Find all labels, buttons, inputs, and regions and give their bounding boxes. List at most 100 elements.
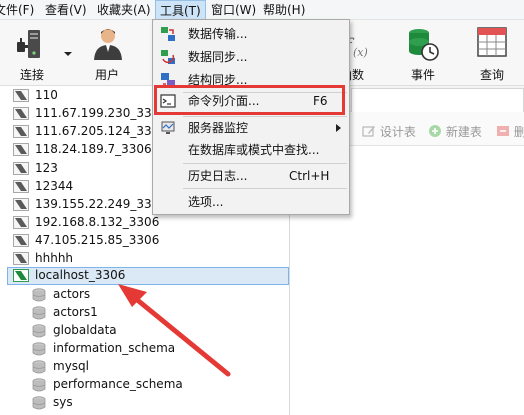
- tools-menu-dropdown: 数据传输... 数据同步... 结构同步... 命令列介面... F6 服务器监…: [152, 19, 350, 215]
- menu-window[interactable]: 窗口(W): [211, 3, 256, 18]
- data-sync-icon: [161, 50, 175, 64]
- database-item[interactable]: mysql: [30, 358, 230, 375]
- connection-icon: [13, 162, 29, 175]
- menu-item-label: 数据同步...: [188, 50, 248, 64]
- connection-icon: [13, 89, 29, 102]
- event-label: 事件: [410, 68, 435, 82]
- connection-icon: [13, 125, 29, 138]
- new-table-button[interactable]: 新建表: [428, 124, 482, 139]
- database-label: information_schema: [53, 341, 176, 355]
- user-button[interactable]: 用户: [79, 20, 135, 86]
- query-button[interactable]: 查询: [464, 20, 520, 86]
- database-label: globaldata: [53, 323, 117, 337]
- menu-separator: [183, 188, 347, 189]
- connection-item[interactable]: 192.168.8.132_3306: [0, 214, 290, 231]
- connection-icon: [13, 252, 29, 265]
- menu-item-options[interactable]: 选项...: [153, 191, 349, 213]
- user-icon: [94, 29, 122, 60]
- menu-help[interactable]: 帮助(H): [263, 3, 305, 18]
- database-item[interactable]: actors1: [30, 304, 230, 321]
- menu-shortcut: Ctrl+H: [289, 169, 330, 183]
- new-table-icon: [429, 125, 441, 137]
- connection-label: 123: [35, 161, 58, 175]
- menu-item-history-log[interactable]: 历史日志... Ctrl+H: [153, 165, 349, 187]
- event-button[interactable]: 事件: [395, 20, 451, 86]
- database-icon: [32, 360, 46, 374]
- server-monitor-icon: [161, 121, 175, 134]
- query-label: 查询: [479, 68, 504, 82]
- connection-label: 111.67.199.230_3306: [35, 106, 167, 120]
- database-item[interactable]: actors: [30, 286, 230, 303]
- menu-favorites[interactable]: 收藏夹(A): [97, 3, 151, 18]
- delete-table-label: 删: [513, 125, 524, 139]
- connect-dropdown-arrow-icon[interactable]: [64, 52, 72, 56]
- connection-icon: [13, 198, 29, 211]
- delete-table-icon: [497, 126, 509, 136]
- connect-label: 连接: [19, 68, 44, 82]
- menu-view[interactable]: 查看(V): [45, 3, 87, 18]
- database-label: actors1: [53, 305, 98, 319]
- menu-item-label: 历史日志...: [188, 169, 248, 183]
- connection-label: hhhhh: [35, 251, 74, 265]
- connect-button[interactable]: 连接: [4, 20, 60, 86]
- database-item[interactable]: performance_schema: [30, 376, 230, 393]
- connection-item[interactable]: hhhhh: [0, 250, 290, 267]
- svg-text:(x): (x): [353, 46, 368, 59]
- connection-icon: [13, 234, 29, 247]
- connection-icon: [13, 143, 29, 156]
- event-icon: [409, 29, 439, 61]
- connection-label: 118.24.189.7_3306: [35, 142, 152, 156]
- design-table-button[interactable]: 设计表: [362, 124, 416, 139]
- menu-bar: 文件(F) 查看(V) 收藏夹(A) 工具(T) 窗口(W) 帮助(H): [0, 0, 524, 20]
- data-transfer-icon: [161, 27, 175, 41]
- menu-item-find-in-db[interactable]: 在数据库或模式中查找...: [153, 139, 349, 161]
- menu-item-data-transfer[interactable]: 数据传输...: [153, 23, 349, 45]
- connection-label: localhost_3306: [35, 268, 126, 282]
- menu-item-command-line[interactable]: 命令列介面... F6: [153, 90, 349, 112]
- menu-item-structure-sync[interactable]: 结构同步...: [153, 69, 349, 91]
- connection-icon: [13, 216, 29, 229]
- database-icon: [32, 396, 46, 410]
- connection-label: 12344: [35, 179, 74, 193]
- connection-label: 110: [35, 88, 58, 102]
- design-table-label: 设计表: [379, 125, 416, 139]
- structure-sync-icon: [161, 73, 175, 87]
- menu-file[interactable]: 文件(F): [0, 3, 34, 18]
- menu-item-data-sync[interactable]: 数据同步...: [153, 46, 349, 68]
- database-label: sys: [53, 395, 73, 409]
- connection-icon: [13, 180, 29, 193]
- database-icon: [32, 288, 46, 302]
- database-label: actors: [53, 287, 91, 301]
- menu-item-label: 数据传输...: [188, 27, 248, 41]
- connect-icon: [17, 30, 40, 58]
- connection-open-icon: [13, 269, 29, 282]
- menu-shortcut: F6: [313, 94, 328, 108]
- menu-item-label: 服务器监控: [188, 121, 249, 135]
- menu-separator: [183, 163, 347, 164]
- connection-item-localhost[interactable]: localhost_3306: [7, 267, 289, 285]
- database-icon: [32, 324, 46, 338]
- terminal-icon: [160, 94, 176, 108]
- submenu-arrow-icon: [336, 124, 341, 132]
- database-icon: [32, 378, 46, 392]
- database-label: performance_schema: [53, 377, 183, 391]
- menu-item-label: 选项...: [188, 195, 224, 209]
- database-icon: [32, 306, 46, 320]
- database-icon: [32, 342, 46, 356]
- connection-label: 139.155.22.249_3306: [35, 197, 167, 211]
- query-icon: [477, 27, 507, 57]
- connection-item[interactable]: 47.105.215.85_3306: [0, 232, 290, 249]
- database-label: mysql: [53, 359, 89, 373]
- menu-item-label: 结构同步...: [188, 73, 248, 87]
- design-table-icon: [362, 126, 375, 137]
- menu-item-server-monitor[interactable]: 服务器监控: [153, 117, 349, 139]
- delete-table-button[interactable]: 删: [496, 124, 524, 139]
- tab-objects[interactable]: [351, 88, 524, 112]
- menu-tools[interactable]: 工具(T): [155, 0, 206, 20]
- connection-label: 47.105.215.85_3306: [35, 233, 160, 247]
- connection-label: 192.168.8.132_3306: [35, 215, 160, 229]
- database-item[interactable]: sys: [30, 394, 230, 411]
- connection-label: 111.67.205.124_3306: [35, 124, 167, 138]
- database-item[interactable]: information_schema: [30, 340, 230, 357]
- database-item[interactable]: globaldata: [30, 322, 230, 339]
